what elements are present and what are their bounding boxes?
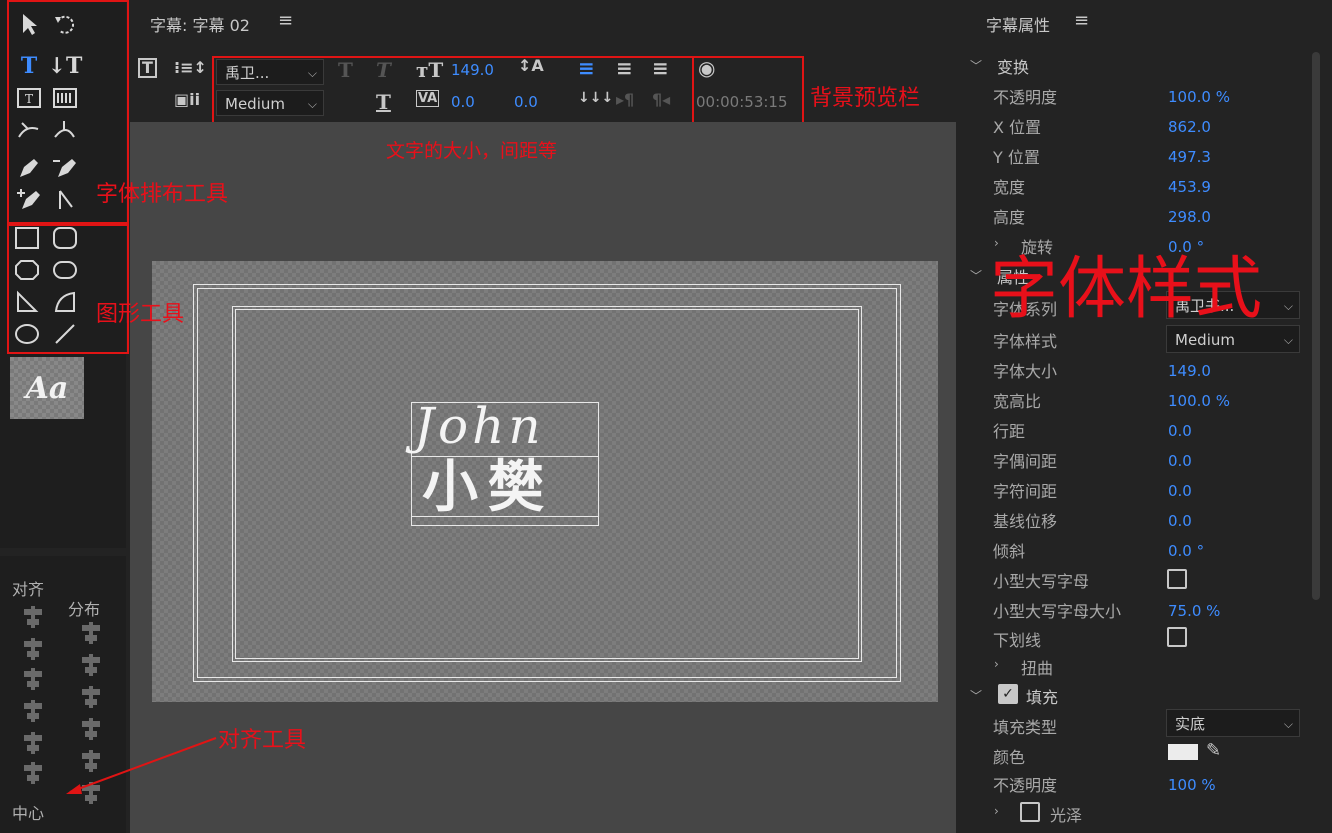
properties-menu-icon[interactable]: ≡ [1074, 10, 1089, 31]
aspect-label: 宽高比 [993, 392, 1042, 411]
rotation-chevron-icon[interactable]: › [994, 236, 999, 250]
new-title-icon[interactable]: T [138, 58, 157, 78]
slant-label: 倾斜 [993, 542, 1026, 561]
small-caps-size-label: 小型大写字母大小 [993, 602, 1122, 621]
tracking-value[interactable]: 0.0 [1168, 482, 1192, 500]
tracking-label: 字符间距 [993, 482, 1058, 501]
y-position-value[interactable]: 497.3 [1168, 148, 1211, 166]
sheen-chevron-icon[interactable]: › [994, 804, 999, 818]
distribute-center-icon[interactable] [80, 654, 102, 676]
transform-chevron-icon[interactable]: ﹀ [970, 57, 982, 74]
font-size-label: 字体大小 [993, 362, 1058, 381]
opacity-label: 不透明度 [993, 88, 1058, 107]
x-position-value[interactable]: 862.0 [1168, 118, 1211, 136]
width-value[interactable]: 453.9 [1168, 178, 1211, 196]
sheen-checkbox[interactable] [1020, 802, 1040, 822]
shape-tools-highlight [7, 224, 129, 354]
baseline-label: 基线位移 [993, 512, 1058, 531]
templates-icon[interactable]: ▣ii [174, 90, 200, 109]
distort-label: 扭曲 [1021, 659, 1054, 678]
height-label: 高度 [993, 208, 1026, 227]
font-size-prop-value[interactable]: 149.0 [1168, 362, 1211, 380]
small-caps-label: 小型大写字母 [993, 572, 1090, 591]
fill-type-label: 填充类型 [993, 718, 1058, 737]
aspect-value[interactable]: 100.0 % [1168, 392, 1230, 410]
fill-color-swatch[interactable] [1168, 744, 1198, 760]
opacity-value[interactable]: 100.0 % [1168, 88, 1230, 106]
attributes-chevron-icon[interactable]: ﹀ [970, 267, 982, 284]
distribute-label: 分布 [68, 600, 101, 619]
annotation-align-tools: 对齐工具 [218, 728, 307, 753]
fill-checkbox[interactable]: ✓ [998, 684, 1018, 704]
distort-chevron-icon[interactable]: › [994, 657, 999, 671]
align-label: 对齐 [12, 580, 45, 599]
section-transform[interactable]: 变换 [997, 54, 1029, 78]
height-value[interactable]: 298.0 [1168, 208, 1211, 226]
align-right-icon[interactable] [22, 668, 44, 690]
y-position-label: Y 位置 [993, 148, 1040, 167]
bg-preview-highlight [692, 56, 804, 124]
panel-menu-icon[interactable]: ≡ [278, 10, 293, 31]
align-top-icon[interactable] [22, 700, 44, 722]
align-middle-v-icon[interactable] [22, 732, 44, 754]
section-sheen[interactable]: 光泽 [1050, 802, 1082, 826]
kerning-label: 字偶间距 [993, 452, 1058, 471]
section-fill[interactable]: 填充 [1026, 684, 1058, 708]
annotation-arrow [66, 737, 217, 794]
underline-label: 下划线 [993, 631, 1042, 650]
size-spacing-highlight [212, 56, 694, 124]
annotation-font-style: 字体样式 [990, 250, 1263, 329]
align-bottom-icon[interactable] [22, 762, 44, 784]
annotation-typography-tools: 字体排布工具 [96, 182, 229, 207]
baseline-value[interactable]: 0.0 [1168, 512, 1192, 530]
roll-crawl-options-icon[interactable]: ⁝≡↕ [174, 58, 207, 77]
properties-title: 字幕属性 [986, 16, 1051, 35]
annotation-size-spacing: 文字的大小，间距等 [386, 140, 558, 162]
title-bar: 字幕: 字幕 02 ≡ [130, 0, 956, 44]
align-center-h-icon[interactable] [22, 638, 44, 660]
distribute-left-icon[interactable] [80, 622, 102, 644]
fill-chevron-icon[interactable]: ﹀ [970, 687, 982, 704]
color-label: 颜色 [993, 748, 1026, 767]
leading-prop-value[interactable]: 0.0 [1168, 422, 1192, 440]
eyedropper-icon[interactable]: ✎ [1206, 740, 1221, 761]
title-style-swatch[interactable]: Aa [10, 357, 84, 419]
width-label: 宽度 [993, 178, 1026, 197]
x-position-label: X 位置 [993, 118, 1042, 137]
properties-scrollbar[interactable] [1312, 52, 1320, 600]
small-caps-checkbox[interactable] [1167, 569, 1187, 589]
annotation-shape-tools: 图形工具 [96, 302, 185, 327]
small-caps-size-value[interactable]: 75.0 % [1168, 602, 1220, 620]
center-label: 中心 [12, 804, 45, 823]
fill-opacity-value[interactable]: 100 % [1168, 776, 1216, 794]
underline-checkbox[interactable] [1167, 627, 1187, 647]
font-style-label: 字体样式 [993, 332, 1058, 351]
distribute-right-icon[interactable] [80, 686, 102, 708]
align-left-icon[interactable] [22, 606, 44, 628]
kerning-prop-value[interactable]: 0.0 [1168, 452, 1192, 470]
fill-type-select[interactable]: 实底 ⌵ [1166, 709, 1300, 737]
fill-opacity-label: 不透明度 [993, 776, 1058, 795]
canvas-text-line2[interactable]: 小樊 [422, 456, 554, 520]
leading-label: 行距 [993, 422, 1026, 441]
panel-title: 字幕: 字幕 02 [150, 16, 250, 35]
slant-value[interactable]: 0.0 ° [1168, 542, 1204, 560]
canvas-text-line1[interactable]: John [414, 396, 545, 456]
annotation-bg-preview: 背景预览栏 [810, 86, 921, 111]
